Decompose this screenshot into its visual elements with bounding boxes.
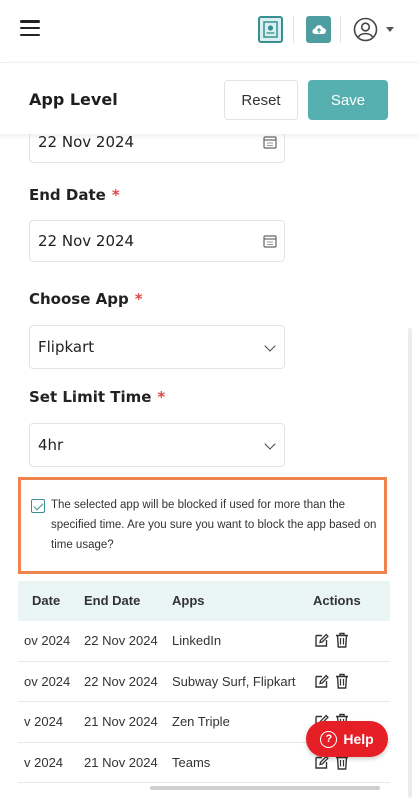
cell-end-date: 21 Nov 2024 bbox=[84, 754, 158, 770]
cell-start-date: v 2024 bbox=[24, 714, 64, 729]
page-header: App Level Reset Save bbox=[0, 62, 419, 134]
trash-icon[interactable] bbox=[335, 673, 349, 689]
end-date-label: End Date * bbox=[29, 186, 120, 204]
limit-time-label-text: Set Limit Time bbox=[29, 388, 152, 406]
end-date-value: 22 Nov 2024 bbox=[38, 232, 135, 250]
cell-apps: Teams bbox=[172, 754, 211, 770]
cell-start-date: v 2024 bbox=[24, 754, 64, 770]
column-header-end-date: End Date bbox=[84, 593, 141, 608]
limit-time-label: Set Limit Time * bbox=[29, 388, 165, 406]
cloud-upload-icon[interactable] bbox=[306, 16, 331, 43]
settings-document-icon[interactable] bbox=[258, 16, 283, 43]
choose-app-label-text: Choose App bbox=[29, 290, 129, 308]
horizontal-scrollbar[interactable] bbox=[150, 786, 380, 790]
column-header-date: Date bbox=[32, 593, 61, 608]
save-button[interactable]: Save bbox=[308, 80, 388, 120]
vertical-scrollbar[interactable] bbox=[408, 328, 412, 798]
confirmation-text: The selected app will be blocked if used… bbox=[51, 499, 377, 551]
page-title: App Level bbox=[29, 90, 118, 109]
hamburger-menu-icon[interactable] bbox=[20, 20, 40, 36]
help-button[interactable]: ? Help bbox=[306, 721, 388, 757]
choose-app-label: Choose App * bbox=[29, 290, 143, 308]
calendar-icon[interactable] bbox=[263, 234, 277, 248]
column-header-apps: Apps bbox=[172, 593, 205, 608]
calendar-icon[interactable] bbox=[263, 135, 277, 149]
cell-start-date: ov 2024 bbox=[24, 633, 71, 648]
column-header-actions: Actions bbox=[313, 593, 361, 608]
top-nav-bar bbox=[0, 0, 419, 62]
cell-end-date: 22 Nov 2024 bbox=[84, 673, 158, 689]
table-row: ov 2024 22 Nov 2024 LinkedIn bbox=[18, 621, 390, 662]
choose-app-select[interactable]: Flipkart bbox=[29, 325, 285, 369]
cell-end-date: 21 Nov 2024 bbox=[84, 714, 158, 729]
nav-divider bbox=[340, 16, 341, 43]
table-row: ov 2024 22 Nov 2024 Subway Surf, Flipkar… bbox=[18, 662, 390, 702]
caret-down-icon[interactable] bbox=[386, 27, 394, 32]
required-mark: * bbox=[134, 290, 143, 308]
required-mark: * bbox=[111, 186, 120, 204]
cell-apps: LinkedIn bbox=[172, 633, 222, 648]
trash-icon[interactable] bbox=[335, 632, 349, 648]
confirmation-notice: The selected app will be blocked if used… bbox=[18, 477, 387, 574]
cell-end-date: 22 Nov 2024 bbox=[84, 633, 158, 648]
chevron-down-icon bbox=[264, 340, 276, 352]
edit-icon[interactable] bbox=[314, 633, 329, 648]
reset-button[interactable]: Reset bbox=[224, 80, 298, 120]
required-mark: * bbox=[157, 388, 166, 406]
limit-time-value: 4hr bbox=[38, 436, 64, 454]
table-header: Date End Date Apps Actions bbox=[18, 581, 390, 621]
question-circle-icon: ? bbox=[320, 730, 338, 748]
chevron-down-icon bbox=[264, 438, 276, 450]
user-avatar-icon[interactable] bbox=[353, 17, 378, 42]
limit-time-select[interactable]: 4hr bbox=[29, 423, 285, 467]
start-date-value: 22 Nov 2024 bbox=[38, 133, 135, 151]
help-label: Help bbox=[343, 731, 374, 747]
cell-apps: Zen Triple bbox=[172, 714, 230, 729]
end-date-input[interactable]: 22 Nov 2024 bbox=[29, 220, 285, 262]
edit-icon[interactable] bbox=[314, 674, 329, 689]
nav-divider bbox=[293, 16, 294, 43]
cell-apps: Subway Surf, Flipkart bbox=[172, 673, 296, 689]
end-date-label-text: End Date bbox=[29, 186, 106, 204]
confirm-checkbox[interactable] bbox=[31, 499, 45, 513]
choose-app-value: Flipkart bbox=[38, 338, 95, 356]
cell-start-date: ov 2024 bbox=[24, 673, 71, 689]
